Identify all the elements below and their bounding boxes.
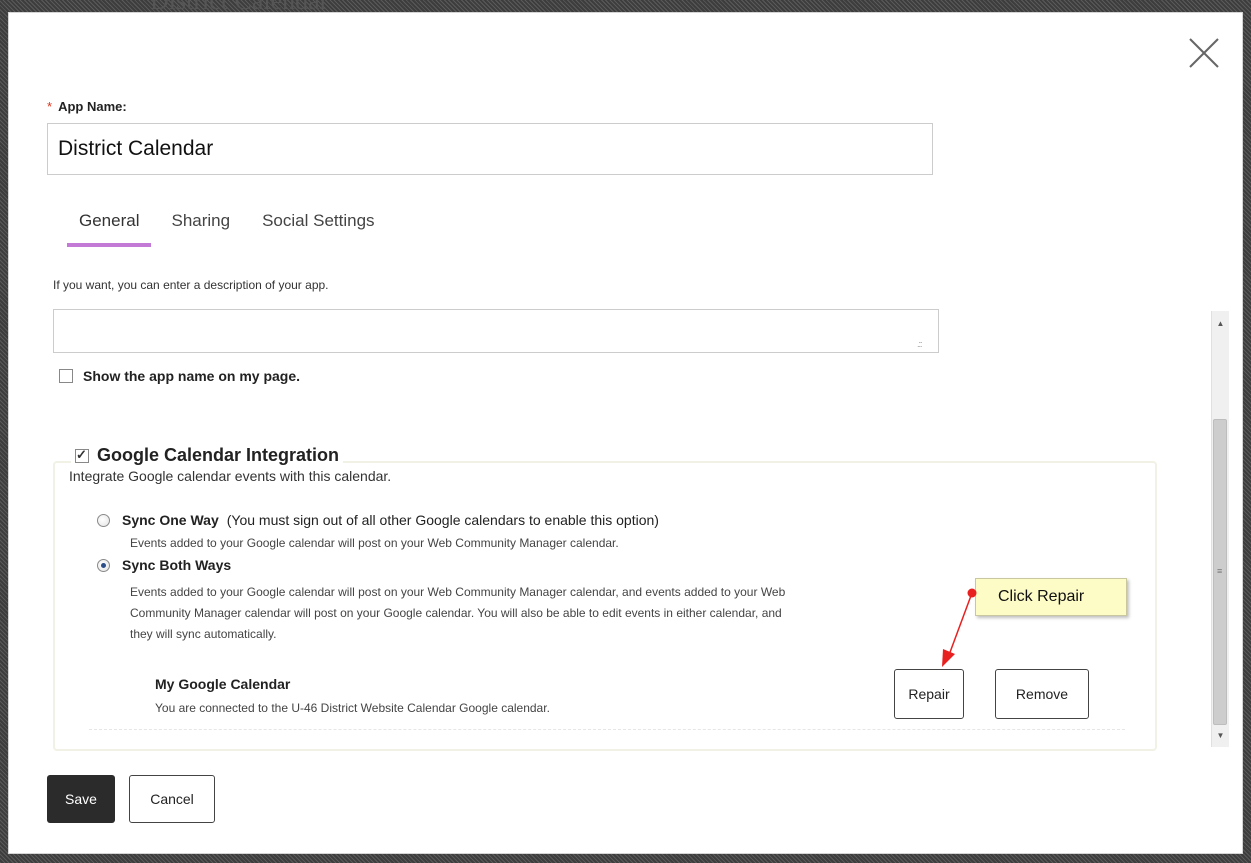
tab-social-settings[interactable]: Social Settings xyxy=(250,203,386,247)
scroll-grip-icon: ≡ xyxy=(1217,566,1223,576)
description-textarea[interactable] xyxy=(53,309,939,353)
app-name-label-text: App Name: xyxy=(58,99,127,114)
connected-calendar-title: My Google Calendar xyxy=(155,676,291,692)
google-integration-header: Google Calendar Integration xyxy=(71,445,344,466)
content-scrollbar[interactable]: ▲ ≡ ▼ xyxy=(1211,311,1229,747)
sync-one-way-note: (You must sign out of all other Google c… xyxy=(226,512,659,528)
scroll-down-arrow-icon[interactable]: ▼ xyxy=(1212,727,1229,744)
resize-grip-icon[interactable]: .:: xyxy=(917,339,922,349)
app-settings-modal: * App Name: General Sharing Social Settin… xyxy=(8,12,1243,854)
show-app-name-label[interactable]: Show the app name on my page. xyxy=(83,368,300,384)
callout-arrow-icon xyxy=(942,588,977,667)
close-button[interactable] xyxy=(1186,35,1222,71)
sync-one-way-label[interactable]: Sync One Way xyxy=(122,512,219,528)
sync-both-ways-option: Sync Both Ways xyxy=(97,557,231,573)
remove-button[interactable]: Remove xyxy=(995,669,1089,719)
save-button[interactable]: Save xyxy=(47,775,115,823)
sync-both-ways-desc-line: they will sync automatically. xyxy=(130,627,277,641)
google-integration-checkbox[interactable] xyxy=(75,447,89,463)
settings-tabs: General Sharing Social Settings xyxy=(67,203,395,247)
scroll-up-arrow-icon[interactable]: ▲ xyxy=(1212,315,1229,332)
sync-both-ways-desc-line: Events added to your Google calendar wil… xyxy=(130,585,786,599)
sync-both-ways-desc-line: Community Manager calendar will post on … xyxy=(130,606,782,620)
scroll-thumb[interactable]: ≡ xyxy=(1213,419,1227,725)
show-app-name-checkbox[interactable] xyxy=(59,369,73,383)
close-icon xyxy=(1189,38,1219,68)
sync-one-way-option: Sync One Way (You must sign out of all o… xyxy=(97,512,659,528)
app-name-label: * App Name: xyxy=(47,99,127,114)
sync-both-ways-label[interactable]: Sync Both Ways xyxy=(122,557,231,573)
tab-general[interactable]: General xyxy=(67,203,152,247)
required-marker: * xyxy=(47,99,53,114)
sync-one-way-radio[interactable] xyxy=(97,513,110,527)
sync-both-ways-radio[interactable] xyxy=(97,558,110,572)
divider xyxy=(89,729,1125,730)
sync-both-ways-description: Events added to your Google calendar wil… xyxy=(130,582,785,645)
description-hint: If you want, you can enter a description… xyxy=(53,278,329,292)
app-name-input[interactable] xyxy=(47,123,933,175)
show-app-name-row: Show the app name on my page. xyxy=(59,368,300,384)
connected-calendar-status: You are connected to the U-46 District W… xyxy=(155,701,550,715)
google-integration-label[interactable]: Google Calendar Integration xyxy=(97,445,339,466)
tab-sharing[interactable]: Sharing xyxy=(159,203,242,247)
cancel-button[interactable]: Cancel xyxy=(129,775,215,823)
sync-one-way-description: Events added to your Google calendar wil… xyxy=(130,536,619,550)
tutorial-callout: Click Repair xyxy=(975,578,1127,616)
google-integration-description: Integrate Google calendar events with th… xyxy=(69,468,398,484)
